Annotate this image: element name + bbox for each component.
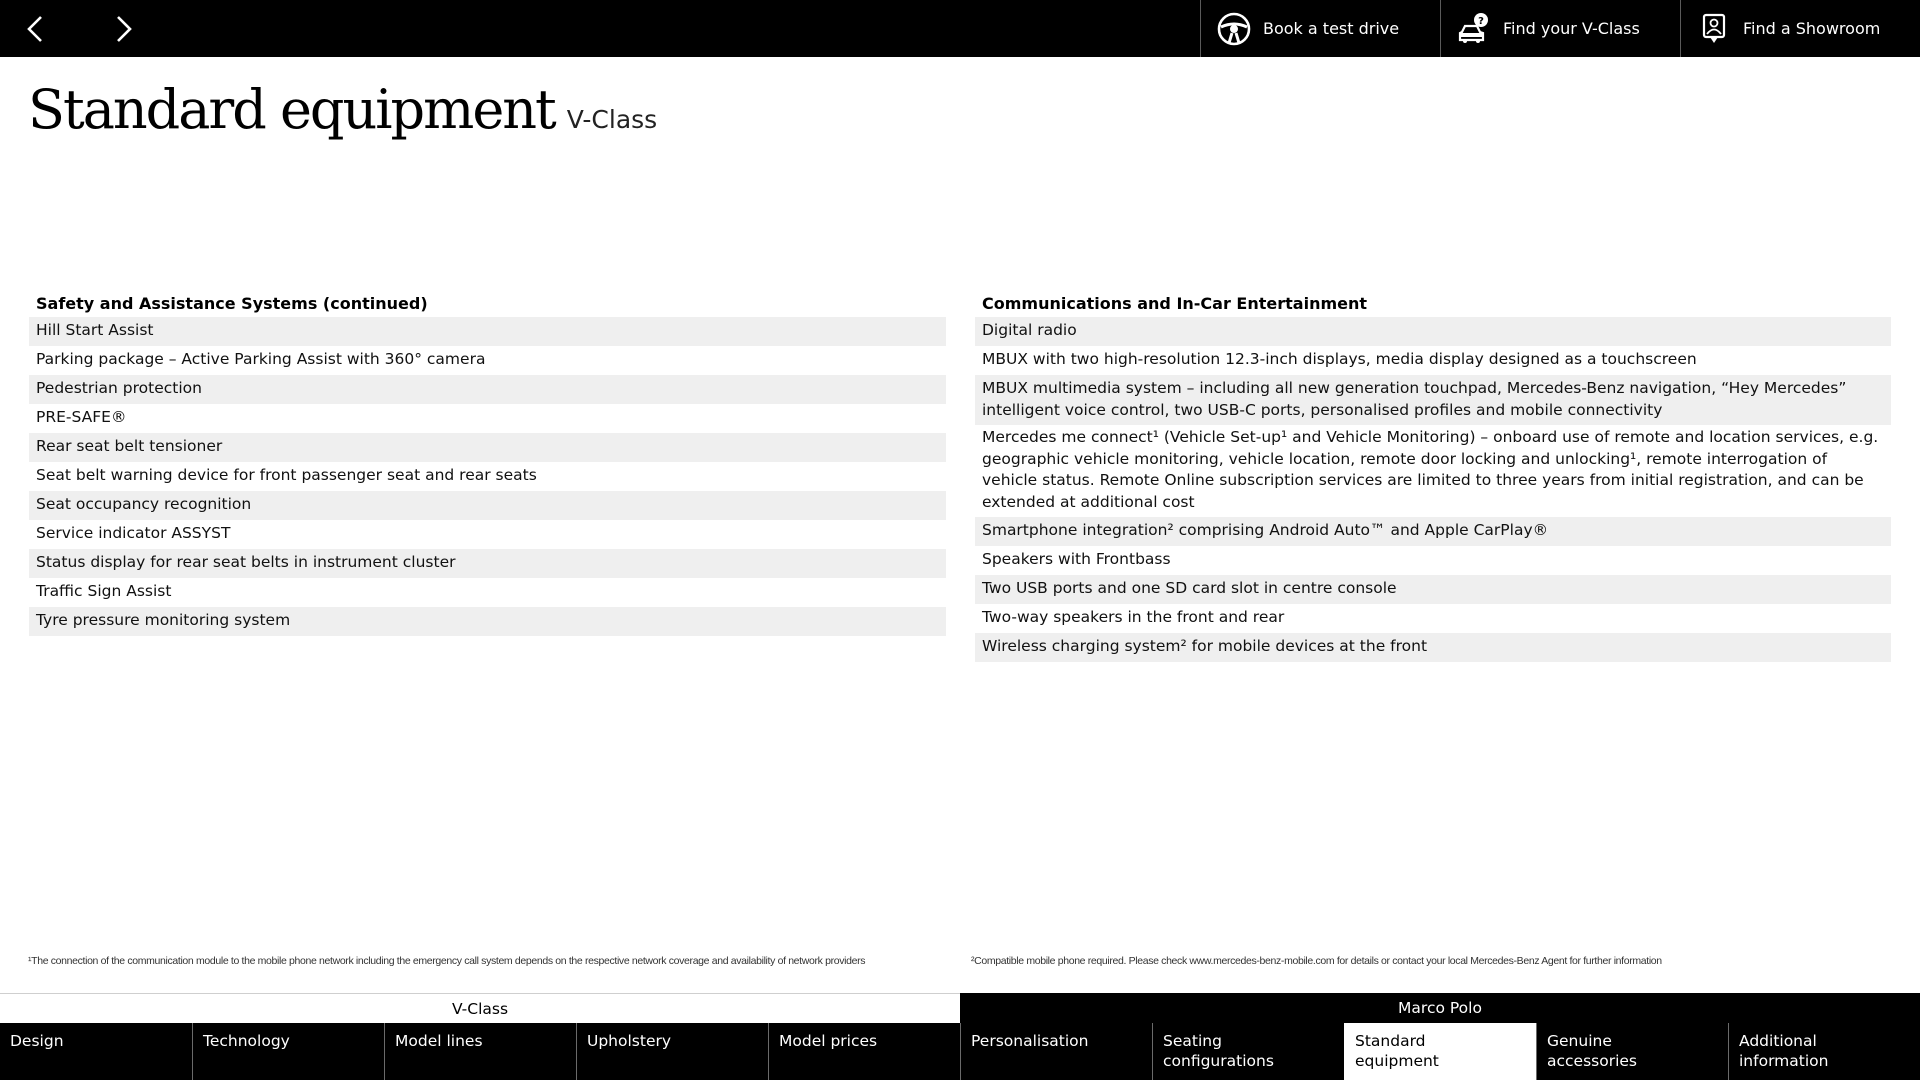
list-item: Pedestrian protection: [29, 375, 946, 404]
list-item: Seat belt warning device for front passe…: [36, 466, 537, 484]
list-item: Hill Start Assist: [29, 317, 946, 346]
list-item: Seat occupancy recognition: [29, 491, 946, 520]
tab-label-line2: equipment: [1355, 1052, 1439, 1070]
list-item: Speakers with Frontbass: [982, 550, 1171, 568]
tab-genuine-accessories[interactable]: Genuine accessories: [1536, 1023, 1728, 1080]
tab-label: Technology: [203, 1032, 290, 1050]
tab-label: Model lines: [395, 1032, 483, 1050]
find-your-vclass-button[interactable]: ? Find your V-Class: [1440, 0, 1680, 57]
tab-label: Upholstery: [587, 1032, 672, 1050]
list-item: Tyre pressure monitoring system: [29, 607, 946, 636]
tab-personalisation[interactable]: Personalisation: [960, 1023, 1152, 1080]
equipment-list: Hill Start Assist Parking package – Acti…: [29, 317, 946, 636]
list-item: Traffic Sign Assist: [36, 582, 172, 600]
list-item: Mercedes me connect¹ (Vehicle Set-up¹ an…: [982, 428, 1879, 511]
list-item: Wireless charging system² for mobile dev…: [975, 633, 1891, 662]
next-page-button[interactable]: [107, 12, 141, 46]
previous-page-button[interactable]: [18, 12, 52, 46]
page-title-row: Standard equipment V-Class: [28, 78, 657, 141]
list-item: Two-way speakers in the front and rear: [982, 608, 1285, 626]
section-tabs: Design Technology Model lines Upholstery…: [0, 1023, 1920, 1080]
chevron-right-icon: [117, 16, 132, 42]
model-groups: V-Class Marco Polo: [0, 993, 1920, 1023]
tab-model-lines[interactable]: Model lines: [384, 1023, 576, 1080]
list-item: MBUX with two high-resolution 12.3-inch …: [982, 350, 1697, 368]
tab-label: Standard: [1355, 1032, 1426, 1050]
footnote-1: ¹The connection of the communication mod…: [28, 955, 866, 967]
tab-label-line2: information: [1739, 1052, 1829, 1070]
section-heading: Communications and In-Car Entertainment: [982, 294, 1368, 313]
book-test-drive-label: Book a test drive: [1263, 19, 1400, 38]
tab-seating-configurations[interactable]: Seating configurations: [1152, 1023, 1344, 1080]
page-title: Standard equipment: [28, 78, 557, 141]
svg-text:?: ?: [1478, 16, 1484, 27]
safety-assistance-section: Safety and Assistance Systems (continued…: [29, 290, 946, 636]
list-item: Digital radio: [975, 317, 1891, 346]
chevron-left-icon: [27, 16, 42, 42]
footnote-2: ²Compatible mobile phone required. Pleas…: [971, 955, 1662, 967]
tab-design[interactable]: Design: [0, 1023, 192, 1080]
tab-additional-information[interactable]: Additional information: [1728, 1023, 1920, 1080]
tab-label: Genuine: [1547, 1032, 1612, 1050]
page-subtitle: V-Class: [566, 105, 658, 134]
tab-model-prices[interactable]: Model prices: [768, 1023, 960, 1080]
group-vclass[interactable]: V-Class: [0, 993, 960, 1023]
list-item: Service indicator ASSYST: [36, 524, 231, 542]
list-item: MBUX multimedia system – including all n…: [975, 375, 1891, 425]
steering-wheel-icon: [1217, 12, 1251, 46]
car-question-icon: ?: [1457, 12, 1491, 46]
location-pin-icon: [1697, 12, 1731, 46]
tab-label-line2: accessories: [1547, 1052, 1638, 1070]
communications-entertainment-section: Communications and In-Car Entertainment …: [975, 290, 1891, 662]
equipment-list: Digital radio MBUX with two high-resolut…: [975, 317, 1891, 662]
top-bar: Book a test drive ? Find your V-Class Fi…: [0, 0, 1920, 57]
tab-standard-equipment[interactable]: Standard equipment: [1344, 1023, 1536, 1080]
list-item: Status display for rear seat belts in in…: [29, 549, 946, 578]
tab-technology[interactable]: Technology: [192, 1023, 384, 1080]
tab-label: Model prices: [779, 1032, 878, 1050]
tab-label: Additional: [1739, 1032, 1817, 1050]
tab-label: Personalisation: [971, 1032, 1089, 1050]
list-item: PRE-SAFE®: [36, 408, 127, 426]
find-showroom-label: Find a Showroom: [1743, 19, 1881, 38]
tab-upholstery[interactable]: Upholstery: [576, 1023, 768, 1080]
bottom-navigation: V-Class Marco Polo Design Technology Mod…: [0, 993, 1920, 1080]
list-item: Parking package – Active Parking Assist …: [36, 350, 486, 368]
top-actions: Book a test drive ? Find your V-Class Fi…: [1200, 0, 1920, 57]
tab-label: Seating configurations: [1163, 1032, 1274, 1070]
section-heading: Safety and Assistance Systems (continued…: [36, 294, 428, 313]
tab-label: Design: [10, 1032, 64, 1050]
book-test-drive-button[interactable]: Book a test drive: [1200, 0, 1440, 57]
list-item: Rear seat belt tensioner: [29, 433, 946, 462]
list-item: Two USB ports and one SD card slot in ce…: [975, 575, 1891, 604]
list-item: Smartphone integration² comprising Andro…: [975, 517, 1891, 546]
find-your-vclass-label: Find your V-Class: [1503, 19, 1640, 38]
find-showroom-button[interactable]: Find a Showroom: [1680, 0, 1920, 57]
group-marco-polo[interactable]: Marco Polo: [960, 993, 1920, 1023]
